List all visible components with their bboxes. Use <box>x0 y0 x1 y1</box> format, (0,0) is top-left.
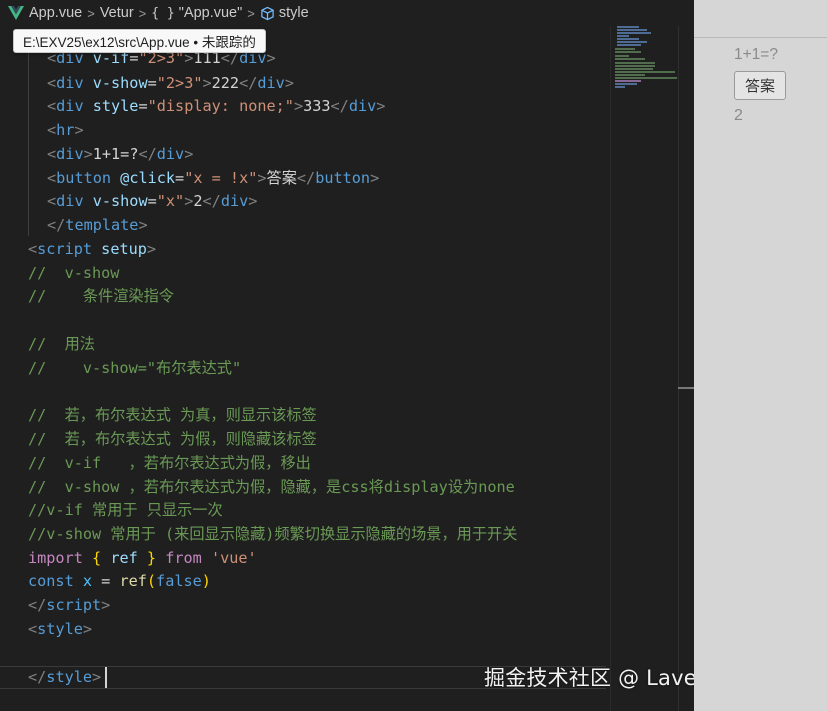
code-line: <div v-show="x">2</div> <box>47 192 258 210</box>
scrollbar-position-marker <box>678 387 694 389</box>
code-comment: // v-show <box>28 264 120 282</box>
code-comment: // 若，布尔表达式 为真，则显示该标签 <box>28 406 317 424</box>
code-line: import { ref } from 'vue' <box>28 549 257 567</box>
code-comment: //v-if 常用于 只显示一次 <box>28 501 223 519</box>
code-line: </style> <box>28 668 102 686</box>
text-cursor <box>105 667 107 688</box>
code-comment: // 用法 <box>28 335 95 353</box>
preview-answer-text: 2 <box>734 107 743 124</box>
code-line: <button @click="x = !x">答案</button> <box>47 169 380 187</box>
code-line: <div style="display: none;">333</div> <box>47 97 386 115</box>
code-editor[interactable]: App.vue > Vetur > { } "App.vue" > style … <box>0 0 694 711</box>
code-line: <hr> <box>47 121 84 139</box>
code-comment: // v-if ，若布尔表达式为假，移出 <box>28 454 311 472</box>
code-comment: // v-show ，若布尔表达式为假，隐藏，是css将display设为non… <box>28 478 515 496</box>
browser-preview: 1+1=? 答案 2 <box>694 0 827 711</box>
code-line: const x = ref(false) <box>28 572 211 590</box>
code-line: <div v-show="2>3">222</div> <box>47 74 294 92</box>
code-comment: // v-show="布尔表达式" <box>28 359 242 377</box>
code-line: <div>1+1=?</div> <box>47 145 194 163</box>
preview-divider <box>694 37 827 38</box>
vertical-scrollbar[interactable] <box>678 26 694 711</box>
code-comment: // 条件渲染指令 <box>28 287 174 305</box>
code-line: </script> <box>28 596 111 614</box>
code-area[interactable]: <div v-if="2>3">111</div> <div v-show="2… <box>0 0 610 711</box>
file-path-tooltip: E:\EXV25\ex12\src\App.vue • 未跟踪的 <box>13 29 266 53</box>
preview-question-text: 1+1=? <box>734 46 778 63</box>
answer-button[interactable]: 答案 <box>734 71 786 100</box>
code-line: <style> <box>28 620 93 638</box>
code-line: </template> <box>47 216 148 234</box>
code-comment: //v-show 常用于 (来回显示隐藏)频繁切换显示隐藏的场景，用于开关 <box>28 525 518 543</box>
code-line: <script setup> <box>28 240 157 258</box>
code-comment: // 若，布尔表达式 为假，则隐藏该标签 <box>28 430 317 448</box>
watermark: 掘金技术社区 @ LavenderSY <box>484 666 694 690</box>
